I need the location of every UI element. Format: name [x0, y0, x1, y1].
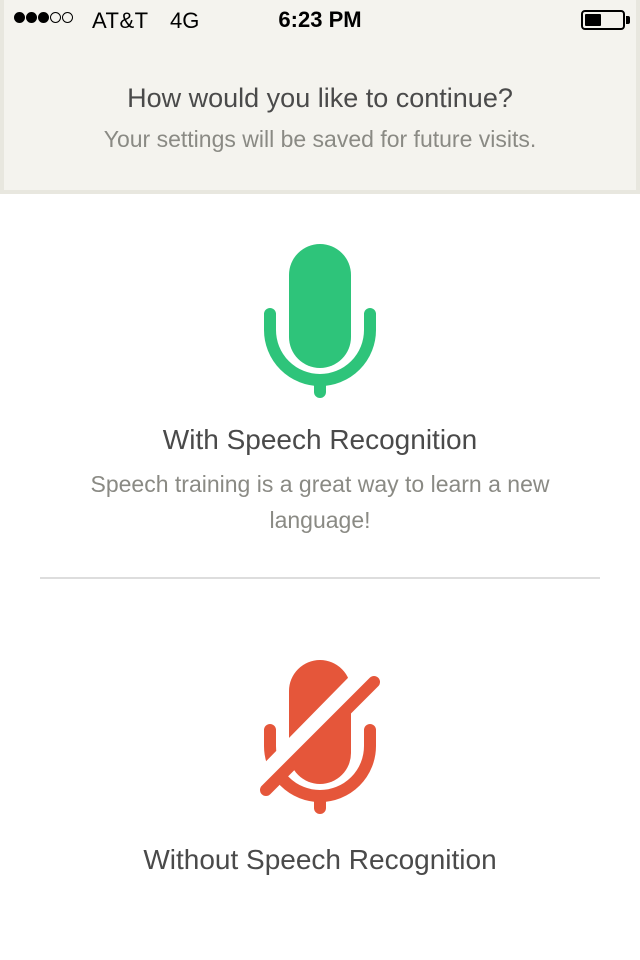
divider [40, 577, 600, 579]
status-bar: AT&T 4G 6:23 PM [4, 0, 636, 40]
battery-level [585, 14, 602, 26]
page-title: How would you like to continue? [127, 83, 513, 113]
without-speech-recognition-option[interactable]: Without Speech Recognition [0, 580, 640, 960]
option-description: Speech training is a great way to learn … [90, 471, 550, 533]
page-subtitle: Your settings will be saved for future v… [103, 126, 537, 152]
microphone-icon [264, 244, 376, 398]
settings-prompt-panel: AT&T 4G 6:23 PM How would you like to co… [0, 0, 640, 194]
with-speech-recognition-option[interactable]: With Speech Recognition Speech training … [0, 198, 640, 578]
status-time: 6:23 PM [278, 7, 362, 32]
battery-tip [626, 16, 630, 24]
microphone-off-icon [260, 660, 380, 814]
option-title: With Speech Recognition [162, 424, 478, 455]
battery-icon [581, 10, 625, 30]
option-title: Without Speech Recognition [143, 844, 497, 875]
